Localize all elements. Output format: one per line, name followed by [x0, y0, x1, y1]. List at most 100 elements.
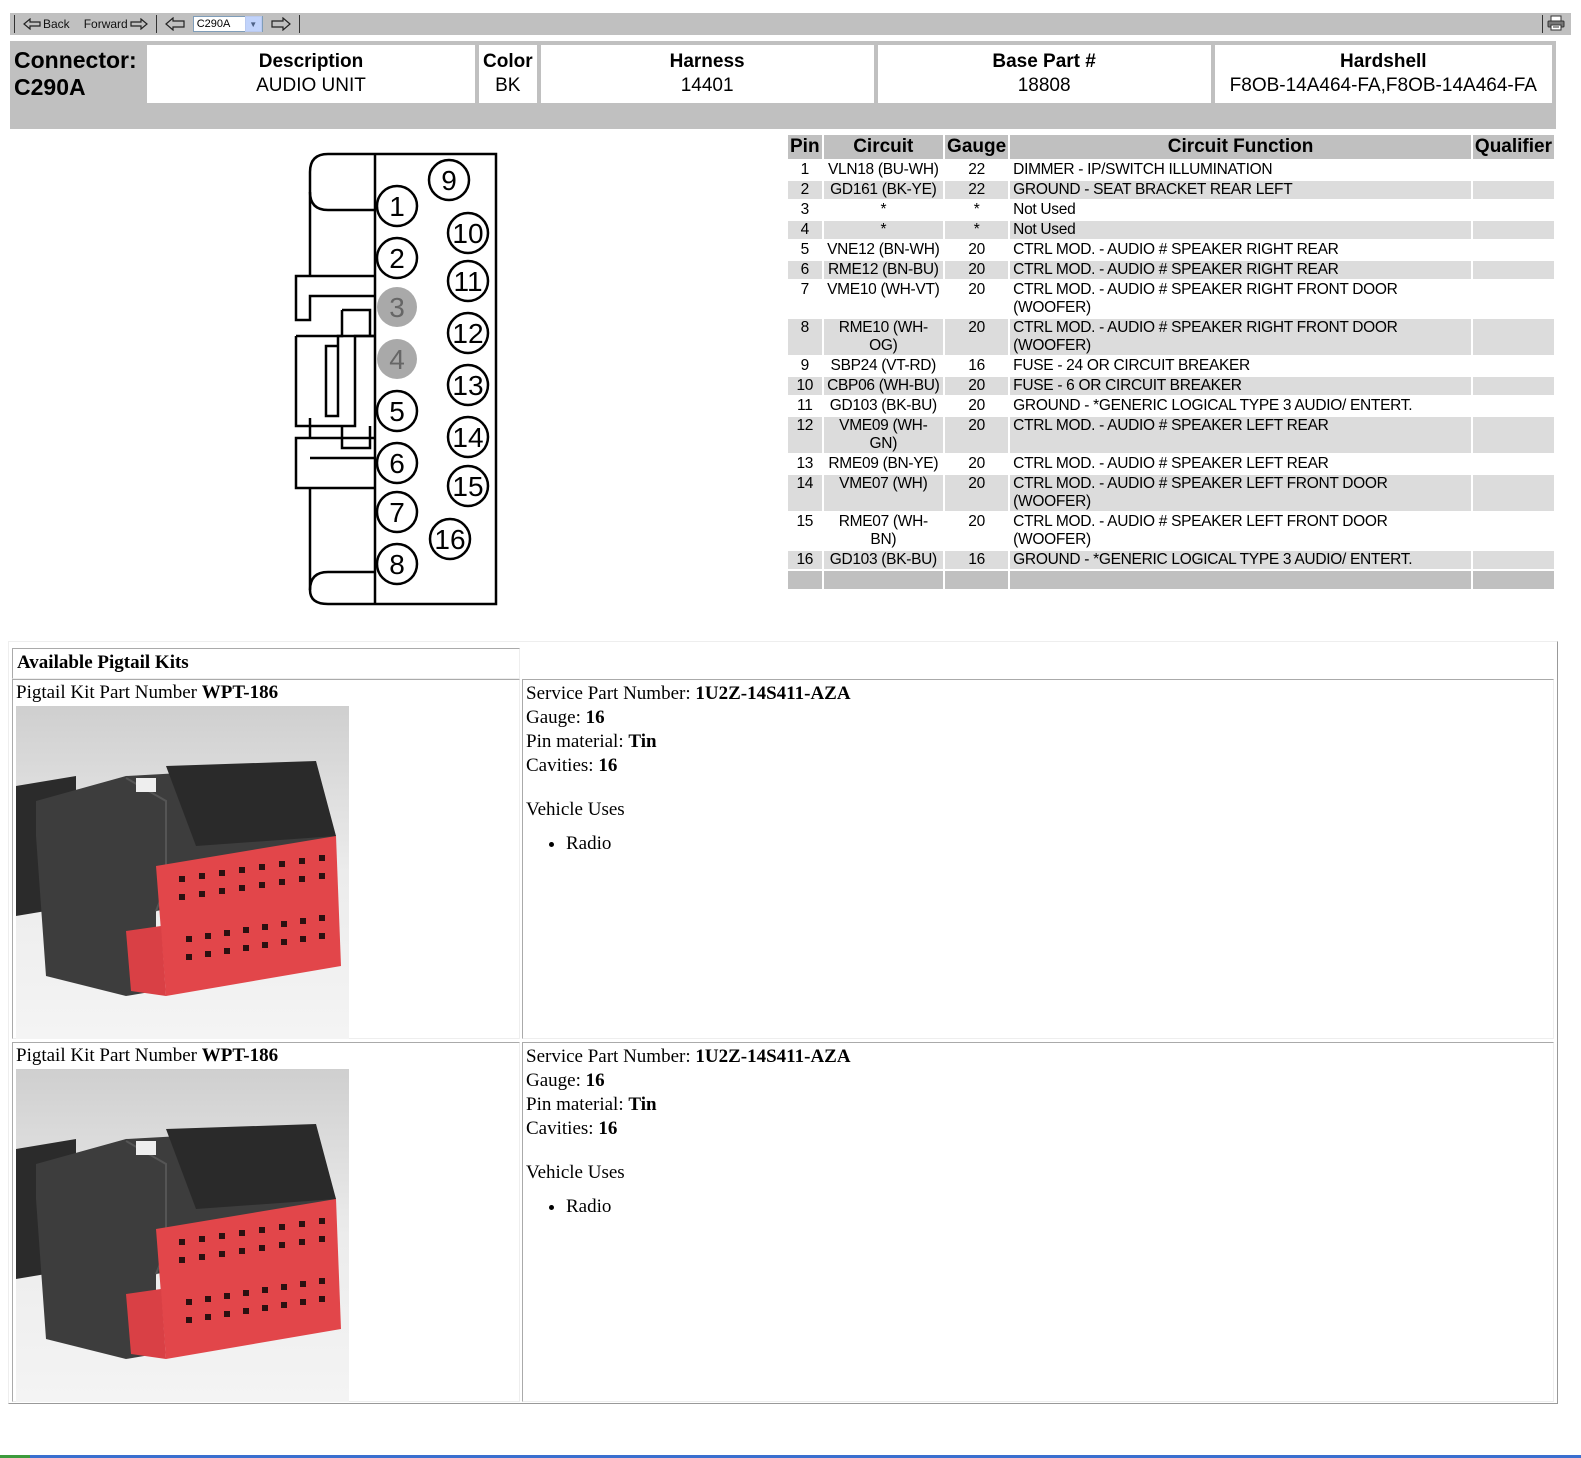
gauge-line: Gauge: 16	[526, 1069, 1550, 1093]
qualifier	[1472, 221, 1554, 239]
circuit-function: CTRL MOD. - AUDIO # SPEAKER RIGHT FRONT …	[1010, 319, 1471, 355]
pin-9-label: 9	[441, 165, 457, 196]
circuit-function: DIMMER - IP/SWITCH ILLUMINATION	[1013, 161, 1273, 178]
qualifier	[1473, 201, 1554, 219]
next-connector-button[interactable]	[267, 17, 295, 31]
circuit-function: GROUND - *GENERIC LOGICAL TYPE 3 AUDIO/ …	[1013, 397, 1413, 414]
circuit-code: RME10 (WH-OG)	[823, 319, 944, 355]
pin-material-label: Pin material:	[526, 1094, 629, 1115]
pin-table-row: 12 VME09 (WH-GN) 20 CTRL MOD. - AUDIO # SPE…	[788, 417, 1554, 453]
circuit-function: FUSE - 6 OR CIRCUIT BREAKER	[1010, 377, 1471, 395]
kit-part-number[interactable]: WPT-186	[202, 1045, 278, 1066]
wire-gauge: 20	[968, 513, 985, 530]
circuit-code: VNE12 (BN-WH)	[827, 241, 940, 258]
service-part-label: Service Part Number:	[526, 683, 696, 704]
pin-table-row: 2 GD161 (BK-YE) 22 GROUND - SEAT BRACKET RE…	[788, 181, 1554, 199]
pin-number: 12	[788, 417, 822, 453]
wire-gauge: 20	[968, 281, 985, 298]
description-value: AUDIO UNIT	[256, 75, 366, 96]
circuit-function: Not Used	[1013, 201, 1076, 218]
previous-connector-button[interactable]	[161, 17, 189, 31]
pin-circuit-table: Pin Circuit Gauge Circuit Function Quali…	[786, 133, 1556, 591]
circuit-function: CTRL MOD. - AUDIO # SPEAKER LEFT FRONT D…	[1010, 475, 1471, 511]
connector-select[interactable]: C290A ▼	[192, 16, 263, 32]
arrow-right-icon	[130, 18, 148, 30]
qualifier	[1472, 377, 1554, 395]
qualifier	[1473, 455, 1554, 473]
pin-number: 10	[788, 377, 822, 395]
pin-10-label: 10	[452, 218, 483, 249]
pin-number: 15	[796, 513, 814, 530]
hardshell-label: Hardshell	[1340, 51, 1427, 72]
vehicle-uses-list: Radio	[526, 1195, 1550, 1219]
forward-label: Forward	[83, 17, 128, 31]
circuit-function: CTRL MOD. - AUDIO # SPEAKER LEFT REAR	[1013, 455, 1329, 472]
pin-material-value: Tin	[628, 1094, 657, 1115]
printer-icon[interactable]	[1547, 15, 1565, 34]
pin-2-label: 2	[389, 243, 405, 274]
wire-gauge: 16	[945, 551, 1009, 569]
pin-table-header-row: Pin Circuit Gauge Circuit Function Quali…	[788, 135, 1554, 159]
circuit-function: CTRL MOD. - AUDIO # SPEAKER LEFT FRONT D…	[1013, 513, 1388, 548]
footer-cell	[1010, 571, 1471, 589]
qualifier	[1473, 161, 1554, 179]
kit-part-number[interactable]: WPT-186	[202, 682, 278, 703]
wire-gauge: 20	[968, 241, 985, 258]
circuit-function: CTRL MOD. - AUDIO # SPEAKER RIGHT FRONT …	[1013, 281, 1398, 316]
back-button[interactable]: Back	[19, 17, 74, 31]
harness-cell: Harness 14401	[540, 45, 874, 103]
footer-cell	[945, 571, 1009, 589]
wire-gauge: 22	[968, 161, 985, 178]
pin-number: 9	[800, 357, 810, 374]
pin-13-label: 13	[452, 370, 483, 401]
footer-cell	[823, 571, 944, 589]
pin-number: 16	[788, 551, 822, 569]
pin-number: 5	[800, 241, 810, 258]
cavities-line: Cavities: 16	[526, 1117, 1550, 1141]
connector-info-table: Connector: C290A Description AUDIO UNIT …	[10, 41, 1556, 107]
pin-number: 14	[788, 475, 822, 511]
connector-select-value: C290A	[196, 18, 231, 30]
footer-cell	[1472, 571, 1554, 589]
kit-part-number-line: Pigtail Kit Part Number WPT-186	[16, 682, 516, 704]
service-part-number: 1U2Z-14S411-AZA	[695, 1046, 851, 1067]
pin-table-row: 13 RME09 (BN-YE) 20 CTRL MOD. - AUDIO # SPE…	[788, 455, 1554, 473]
vehicle-uses-list: Radio	[526, 832, 1550, 856]
wire-gauge: *	[945, 221, 1009, 239]
toolbar-divider	[14, 15, 15, 33]
pin-table-row: 10 CBP06 (WH-BU) 20 FUSE - 6 OR CIRCUIT BRE…	[788, 377, 1554, 395]
hardshell-value: F8OB-14A464-FA,F8OB-14A464-FA	[1229, 75, 1537, 96]
circuit-code: *	[823, 221, 944, 239]
pin-12-label: 12	[452, 318, 483, 349]
circuit-code: GD103 (BK-BU)	[829, 397, 938, 414]
pin-number: 11	[797, 397, 813, 414]
gauge-line: Gauge: 16	[526, 706, 1550, 730]
forward-button[interactable]: Forward	[80, 17, 152, 31]
qualifier	[1472, 417, 1554, 453]
hardshell-cell: Hardshell F8OB-14A464-FA,F8OB-14A464-FA	[1214, 45, 1552, 103]
circuit-code: CBP06 (WH-BU)	[823, 377, 944, 395]
circuit-code: VME10 (WH-VT)	[827, 281, 940, 298]
pigtail-kits-heading: Available Pigtail Kits	[12, 648, 520, 679]
pin-table-row: 8 RME10 (WH-OG) 20 CTRL MOD. - AUDIO # SPEA…	[788, 319, 1554, 355]
pin-table-row: 4 * * Not Used	[788, 221, 1554, 239]
circuit-code: RME12 (BN-BU)	[823, 261, 944, 279]
pigtail-kit-details: Service Part Number: 1U2Z-14S411-AZA Gau…	[522, 1042, 1554, 1402]
pin-15-label: 15	[452, 471, 483, 502]
circuit-code: VME09 (WH-GN)	[823, 417, 944, 453]
service-part-line: Service Part Number: 1U2Z-14S411-AZA	[526, 682, 1550, 706]
circuit-function: CTRL MOD. - AUDIO # SPEAKER LEFT REAR	[1010, 417, 1471, 453]
chevron-down-icon[interactable]: ▼	[244, 16, 262, 32]
pin-3-label: 3	[389, 292, 405, 323]
pin-number: 2	[788, 181, 822, 199]
back-label: Back	[43, 17, 70, 31]
pigtail-connector-photo	[16, 1069, 349, 1402]
gauge-value: 16	[585, 707, 605, 728]
vehicle-uses-heading: Vehicle Uses	[526, 799, 625, 820]
arrow-left-icon	[23, 18, 41, 30]
qualifier	[1473, 241, 1554, 259]
pin-5-label: 5	[389, 396, 405, 427]
connector-label: Connector:	[14, 47, 137, 73]
wire-gauge: 20	[968, 455, 985, 472]
wire-gauge: 20	[945, 377, 1009, 395]
